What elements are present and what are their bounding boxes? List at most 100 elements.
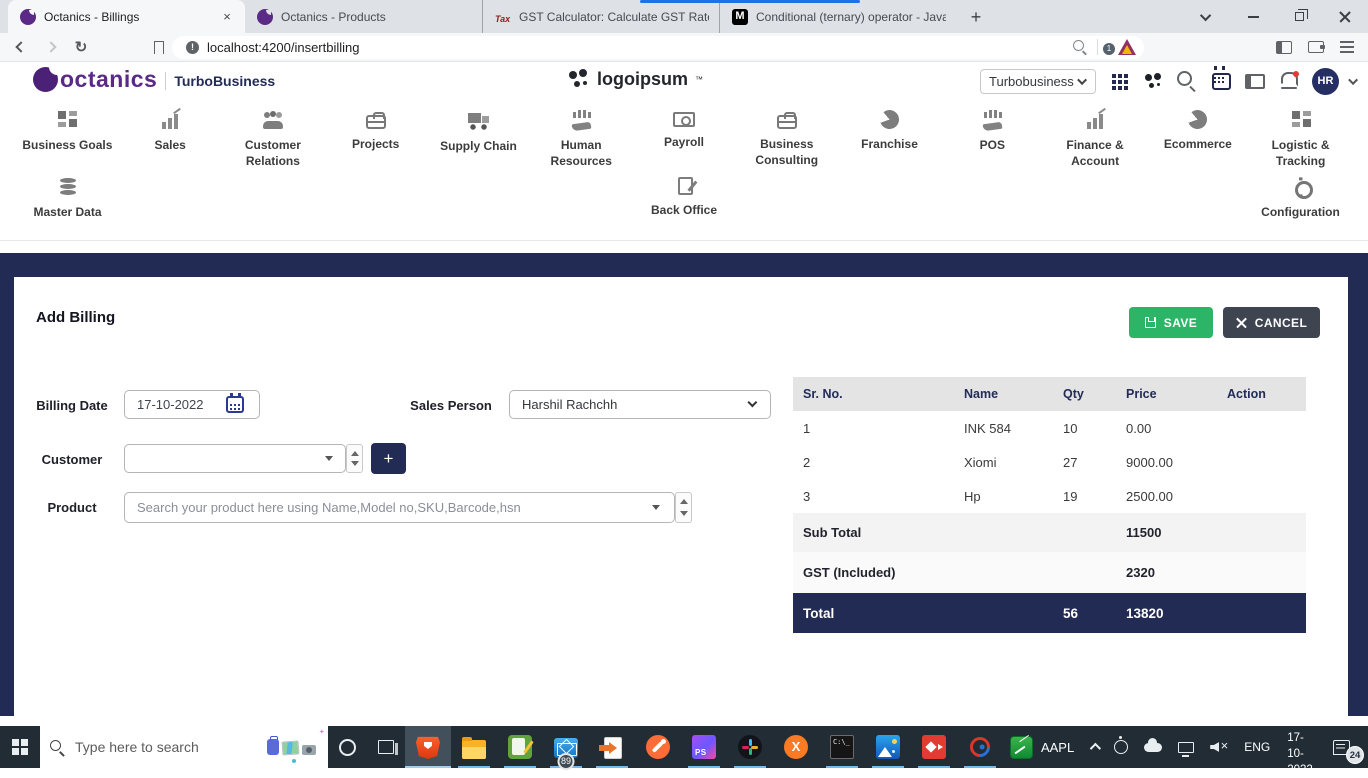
browser-tab[interactable]: Octanics - Products × bbox=[245, 0, 482, 33]
app-icon bbox=[784, 735, 808, 759]
nav-module-item[interactable]: Finance & Account bbox=[1044, 110, 1147, 169]
logoipsum-logo: logoipsum ™ bbox=[568, 68, 703, 90]
nav-module-item[interactable]: Human Resources bbox=[530, 110, 633, 169]
action-center-button[interactable]: 24 bbox=[1326, 726, 1364, 768]
taskbar-app-button[interactable] bbox=[727, 726, 773, 768]
volume-button[interactable] bbox=[1203, 726, 1235, 768]
cancel-button[interactable]: CANCEL bbox=[1223, 307, 1320, 338]
task-view-button[interactable] bbox=[367, 726, 405, 768]
save-button[interactable]: SAVE bbox=[1129, 307, 1213, 338]
stock-widget[interactable]: AAPL bbox=[1003, 726, 1081, 768]
nav-module-item[interactable]: Business Consulting bbox=[735, 110, 838, 169]
browser-tab-strip: Octanics - Billings × Octanics - Product… bbox=[0, 0, 1368, 33]
customer-spinner[interactable] bbox=[346, 444, 363, 473]
hidden-icons-button[interactable] bbox=[1083, 726, 1105, 768]
nav-module-item[interactable]: Sales bbox=[119, 110, 222, 169]
sidebar-panel-icon[interactable] bbox=[1276, 41, 1292, 54]
tab-favicon bbox=[495, 9, 511, 25]
nav-module-item[interactable]: Supply Chain bbox=[427, 110, 530, 169]
customer-combobox[interactable] bbox=[124, 444, 346, 473]
gst-value: 2320 bbox=[1116, 565, 1217, 580]
spinner-down-icon[interactable] bbox=[680, 511, 688, 516]
address-bar[interactable]: ! localhost:4200/insertbilling 1 bbox=[172, 36, 1144, 59]
maximize-button[interactable] bbox=[1276, 0, 1322, 33]
language-button[interactable]: ENG bbox=[1237, 726, 1277, 768]
bookmark-icon[interactable] bbox=[154, 41, 164, 54]
taskbar-app-button[interactable] bbox=[497, 726, 543, 768]
browser-tab[interactable]: GST Calculator: Calculate GST Rates in × bbox=[482, 0, 719, 33]
zoom-icon[interactable] bbox=[1073, 40, 1087, 54]
back-button[interactable] bbox=[6, 34, 36, 60]
sales-person-select[interactable]: Harshil Rachchh bbox=[509, 390, 771, 419]
cell-price: 9000.00 bbox=[1116, 455, 1217, 470]
taskbar-app-button[interactable] bbox=[451, 726, 497, 768]
nav-module-label: Payroll bbox=[664, 134, 704, 150]
caret-down-icon[interactable] bbox=[652, 505, 660, 510]
taskbar-app-button[interactable] bbox=[865, 726, 911, 768]
calendar-picker-icon[interactable] bbox=[226, 396, 244, 413]
billing-date-label: Billing Date bbox=[22, 398, 122, 413]
nav-module-item[interactable]: Ecommerce bbox=[1146, 110, 1249, 169]
cortana-button[interactable] bbox=[328, 726, 366, 768]
taskbar-app-button[interactable] bbox=[957, 726, 1003, 768]
profile-chevron-icon[interactable] bbox=[1348, 75, 1358, 85]
taskbar-app-button[interactable] bbox=[773, 726, 819, 768]
nav-module-item[interactable]: Master Data bbox=[16, 177, 119, 220]
clock[interactable]: 14:07 17-10-2022 bbox=[1279, 716, 1324, 778]
date: 17-10-2022 bbox=[1287, 731, 1316, 778]
calendar-icon[interactable] bbox=[1212, 73, 1231, 90]
tab-search-chevron-button[interactable] bbox=[1184, 0, 1230, 33]
meet-now-button[interactable] bbox=[1107, 726, 1135, 768]
browser-tab[interactable]: Conditional (ternary) operator - JavaSc … bbox=[719, 0, 956, 33]
nav-module-item[interactable]: Customer Relations bbox=[222, 110, 325, 169]
taskbar-app-button[interactable] bbox=[681, 726, 727, 768]
nav-module-item[interactable]: POS bbox=[941, 110, 1044, 169]
nav-module-item[interactable]: Franchise bbox=[838, 110, 941, 169]
taskbar-app-button[interactable] bbox=[635, 726, 681, 768]
taskbar-app-button[interactable] bbox=[911, 726, 957, 768]
taskbar-app-button[interactable]: 89 bbox=[543, 726, 589, 768]
company-select[interactable]: Turbobusiness bbox=[980, 69, 1096, 94]
logoipsum-mark-icon bbox=[568, 68, 590, 90]
minimize-button[interactable] bbox=[1230, 0, 1276, 33]
forward-button[interactable] bbox=[36, 34, 66, 60]
nav-module-item[interactable]: Payroll bbox=[633, 110, 736, 169]
app-icon bbox=[462, 740, 486, 759]
nav-module-item[interactable]: Configuration bbox=[1249, 177, 1352, 220]
mail-icon[interactable] bbox=[1245, 74, 1265, 89]
taskbar-app-button[interactable] bbox=[819, 726, 865, 768]
taskbar-search-input[interactable]: Type here to search bbox=[40, 726, 328, 768]
nav-module-item[interactable]: Logistic & Tracking bbox=[1249, 110, 1352, 169]
browser-menu-icon[interactable] bbox=[1340, 41, 1354, 53]
product-search-input[interactable] bbox=[124, 492, 675, 523]
product-spinner[interactable] bbox=[675, 492, 692, 523]
browser-tab[interactable]: Octanics - Billings × bbox=[8, 0, 245, 33]
close-button[interactable] bbox=[1322, 0, 1368, 33]
apps-grid-icon[interactable] bbox=[1108, 70, 1130, 92]
spinner-up-icon[interactable] bbox=[680, 499, 688, 504]
logo-mark-icon[interactable] bbox=[1142, 70, 1164, 92]
reload-button[interactable]: ↻ bbox=[66, 34, 96, 60]
nav-module-item[interactable]: Business Goals bbox=[16, 110, 119, 169]
taskbar-app-button[interactable] bbox=[589, 726, 635, 768]
nav-module-item[interactable]: Projects bbox=[324, 110, 427, 169]
search-icon[interactable] bbox=[1176, 70, 1198, 92]
cancel-label: CANCEL bbox=[1255, 316, 1307, 330]
nav-module-item[interactable]: Back Office bbox=[633, 177, 736, 220]
start-button[interactable] bbox=[0, 726, 40, 768]
user-avatar[interactable]: HR bbox=[1312, 68, 1339, 95]
site-info-icon[interactable]: ! bbox=[186, 41, 199, 54]
close-icon bbox=[1236, 317, 1247, 328]
notification-bell-icon[interactable] bbox=[1278, 70, 1300, 92]
network-button[interactable] bbox=[1171, 726, 1201, 768]
onedrive-button[interactable] bbox=[1137, 726, 1169, 768]
add-customer-button[interactable]: + bbox=[371, 443, 406, 474]
spinner-down-icon[interactable] bbox=[351, 461, 359, 466]
taskbar-app-button[interactable] bbox=[405, 726, 451, 768]
brave-rewards-icon[interactable] bbox=[1118, 39, 1136, 55]
new-tab-button[interactable]: + bbox=[962, 3, 990, 31]
spinner-up-icon[interactable] bbox=[351, 451, 359, 456]
tab-close-icon[interactable]: × bbox=[219, 9, 235, 25]
wallet-icon[interactable] bbox=[1308, 41, 1324, 53]
url-text[interactable]: localhost:4200/insertbilling bbox=[207, 40, 1073, 55]
